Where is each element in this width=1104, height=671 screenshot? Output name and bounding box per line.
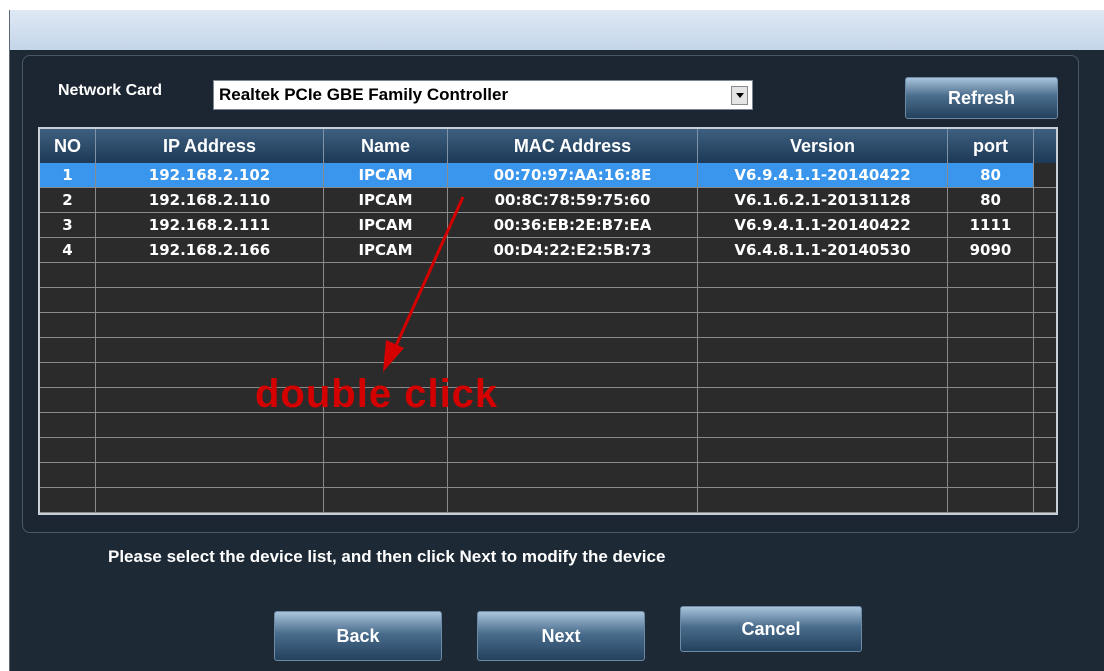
annotation-arrow-icon [383, 196, 465, 372]
cancel-button[interactable]: Cancel [680, 606, 862, 652]
back-button[interactable]: Back [274, 611, 442, 661]
instruction-text: Please select the device list, and then … [108, 547, 666, 566]
next-button[interactable]: Next [477, 611, 645, 661]
